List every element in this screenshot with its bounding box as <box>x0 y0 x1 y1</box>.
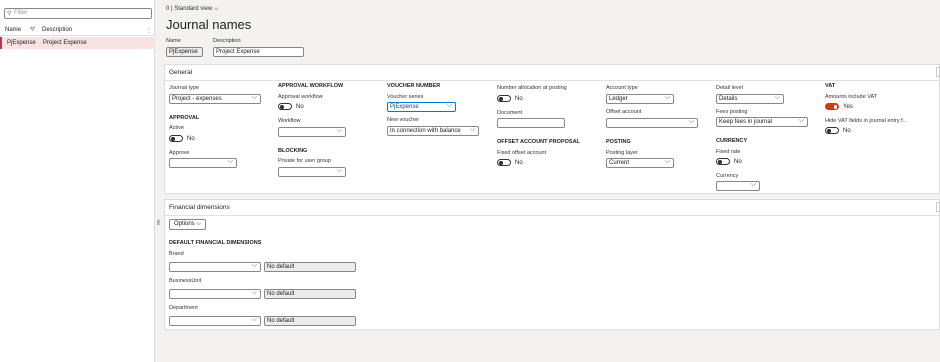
hide-vat-label: Hide VAT fields in journal entry f... <box>825 118 908 124</box>
approve-label: Approve <box>169 150 190 156</box>
list-header: Name ⛛ Description ⋮ <box>0 26 155 36</box>
new-voucher-select[interactable]: In connection with balance <box>387 126 479 136</box>
document-label: Document <box>497 110 523 116</box>
posting-layer-label: Posting layer <box>606 150 638 156</box>
number-allocation-toggle[interactable] <box>497 95 511 102</box>
column-menu-icon[interactable]: ⋮ <box>146 27 152 34</box>
divider <box>165 80 939 81</box>
fixed-offset-toggle[interactable] <box>497 159 511 166</box>
chevron-down-icon: ⌵ <box>196 221 201 227</box>
filter-placeholder: Filter <box>14 10 28 16</box>
document-field[interactable] <box>497 118 565 128</box>
posting-heading: POSTING <box>606 139 631 145</box>
dimension-label: Brand <box>169 251 184 257</box>
fees-posting-select[interactable]: Keep fees in journal <box>716 117 808 127</box>
description-field[interactable]: Project Expense <box>213 47 304 57</box>
blocking-heading: BLOCKING <box>278 148 308 154</box>
voucher-series-select[interactable]: PjExpense <box>387 102 456 112</box>
dimension-label: Department <box>169 305 198 311</box>
options-label: Options <box>174 221 195 227</box>
fixed-rate-value: No <box>734 159 742 165</box>
detail-level-select[interactable]: Details <box>716 94 784 104</box>
approval-workflow-label: Approval workflow <box>278 94 323 100</box>
department-select[interactable] <box>169 316 261 326</box>
general-heading[interactable]: General <box>169 69 192 76</box>
account-type-label: Account type <box>606 85 638 91</box>
financial-dimensions-heading[interactable]: Financial dimensions <box>169 204 230 211</box>
page-title: Journal names <box>166 17 252 32</box>
fixed-offset-label: Fixed offset account <box>497 150 547 156</box>
filter-column-icon[interactable]: ⛛ <box>30 27 35 34</box>
divider <box>165 215 939 216</box>
workflow-label: Workflow <box>278 118 301 124</box>
businessunit-default: No default <box>264 289 356 299</box>
voucher-series-label: Voucher series <box>387 94 424 100</box>
fixed-offset-value: No <box>515 160 523 166</box>
brand-default: No default <box>264 262 356 272</box>
currency-heading: CURRENCY <box>716 138 748 144</box>
fixed-rate-label: Fixed rate <box>716 149 741 155</box>
brand-select[interactable] <box>169 262 261 272</box>
dimension-label: BusinessUnit <box>169 278 202 284</box>
row-desc: Project Expense <box>43 40 87 46</box>
account-type-select[interactable]: Ledger <box>606 94 674 104</box>
workflow-select[interactable] <box>278 127 346 137</box>
hide-vat-toggle[interactable] <box>825 127 839 134</box>
amounts-vat-toggle[interactable] <box>825 103 839 110</box>
view-selector[interactable]: Standard view <box>174 6 212 12</box>
filter-input[interactable]: ⚲ Filter <box>4 8 152 19</box>
name-field[interactable]: PjExpense <box>166 47 203 57</box>
department-default: No default <box>264 316 356 326</box>
private-label: Private for user group <box>278 158 331 164</box>
chevron-down-icon[interactable]: ⌵ <box>214 6 219 12</box>
number-allocation-value: No <box>515 96 523 102</box>
approval-workflow-value: No <box>296 104 304 110</box>
voucher-heading: VOUCHER NUMBER <box>387 83 441 89</box>
record-count: 0 <box>166 6 170 12</box>
new-voucher-label: New voucher <box>387 117 420 123</box>
offset-heading: OFFSET ACCOUNT PROPOSAL <box>497 139 580 145</box>
options-button[interactable]: Options ⌵ <box>169 219 206 230</box>
name-label: Name <box>166 38 181 44</box>
approve-select[interactable] <box>169 158 237 168</box>
posting-layer-select[interactable]: Current <box>606 158 674 168</box>
fixed-rate-toggle[interactable] <box>716 158 730 165</box>
main-content: 0 | Standard view ⌵ Journal names Name P… <box>160 0 940 362</box>
search-icon: ⚲ <box>7 11 12 17</box>
section-grip[interactable] <box>936 67 940 77</box>
approval-workflow-heading: APPROVAL WORKFLOW <box>278 83 344 89</box>
offset-account-label: Offset account <box>606 109 642 115</box>
currency-label: Currency <box>716 173 739 179</box>
currency-select[interactable] <box>716 181 760 191</box>
section-grip[interactable] <box>936 202 940 212</box>
fees-posting-label: Fees posting <box>716 109 748 115</box>
row-name: PjExpense <box>7 40 36 46</box>
private-select[interactable] <box>278 167 346 177</box>
detail-level-label: Detail level <box>716 85 743 91</box>
view-bar: 0 | Standard view ⌵ <box>166 6 219 13</box>
col-name-header[interactable]: Name <box>5 27 21 33</box>
general-section: General Journal type Project - expenses … <box>164 64 940 194</box>
number-allocation-label: Number allocation at posting <box>497 85 567 91</box>
active-toggle[interactable] <box>169 135 183 142</box>
businessunit-select[interactable] <box>169 289 261 299</box>
col-desc-header[interactable]: Description <box>42 27 72 33</box>
journal-type-label: Journal type <box>169 85 199 91</box>
amounts-vat-value: Yes <box>843 104 853 110</box>
financial-dimensions-section: Financial dimensions Options ⌵ DEFAULT F… <box>164 199 940 330</box>
description-label: Description <box>213 38 241 44</box>
amounts-vat-label: Amounts include VAT <box>825 94 878 100</box>
approval-heading: APPROVAL <box>169 115 200 121</box>
default-dimensions-heading: DEFAULT FINANCIAL DIMENSIONS <box>169 240 262 246</box>
active-value: No <box>187 136 195 142</box>
hide-vat-value: No <box>843 128 851 134</box>
vat-heading: VAT <box>825 83 836 89</box>
offset-account-select[interactable] <box>606 118 698 128</box>
journal-type-select[interactable]: Project - expenses <box>169 94 261 104</box>
approval-workflow-toggle[interactable] <box>278 103 292 110</box>
list-item[interactable]: PjExpense Project Expense <box>0 37 155 49</box>
active-label: Active <box>169 125 184 131</box>
list-pane: ⚲ Filter Name ⛛ Description ⋮ PjExpense … <box>0 0 155 362</box>
